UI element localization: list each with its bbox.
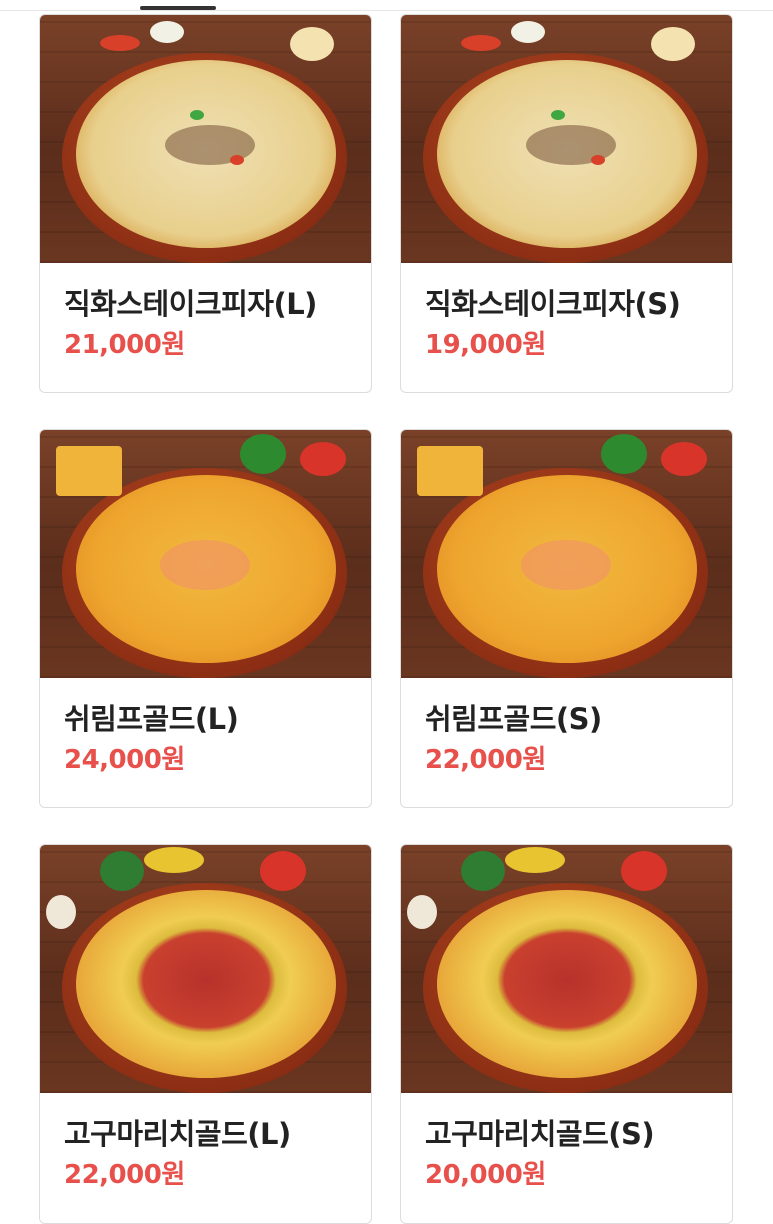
steak-pizza-image[interactable] (40, 15, 371, 263)
product-price: 24,000원 (64, 744, 185, 775)
product-card-steak-s[interactable]: 직화스테이크피자(S) 19,000원 (400, 14, 733, 393)
product-price: 22,000원 (64, 1159, 185, 1190)
product-name[interactable]: 쉬림프골드(S) (425, 702, 708, 737)
product-name[interactable]: 직화스테이크피자(L) (64, 287, 347, 322)
product-card-sweet-potato-l[interactable]: 고구마리치골드(L) 22,000원 (39, 844, 372, 1224)
product-name[interactable]: 쉬림프골드(L) (64, 702, 347, 737)
product-price: 20,000원 (425, 1159, 546, 1190)
shrimp-gold-pizza-image[interactable] (401, 430, 732, 678)
product-name[interactable]: 직화스테이크피자(S) (425, 287, 708, 322)
product-name[interactable]: 고구마리치골드(S) (425, 1117, 708, 1152)
product-price: 21,000원 (64, 329, 185, 360)
product-card-steak-l[interactable]: 직화스테이크피자(L) 21,000원 (39, 14, 372, 393)
product-name[interactable]: 고구마리치골드(L) (64, 1117, 347, 1152)
product-price: 22,000원 (425, 744, 546, 775)
product-card-shrimp-l[interactable]: 쉬림프골드(L) 24,000원 (39, 429, 372, 808)
shrimp-gold-pizza-image[interactable] (40, 430, 371, 678)
product-card-sweet-potato-s[interactable]: 고구마리치골드(S) 20,000원 (400, 844, 733, 1224)
product-price: 19,000원 (425, 329, 546, 360)
sweet-potato-gold-pizza-image[interactable] (40, 845, 371, 1093)
steak-pizza-image[interactable] (401, 15, 732, 263)
sweet-potato-gold-pizza-image[interactable] (401, 845, 732, 1093)
top-divider (0, 10, 773, 11)
product-card-shrimp-s[interactable]: 쉬림프골드(S) 22,000원 (400, 429, 733, 808)
